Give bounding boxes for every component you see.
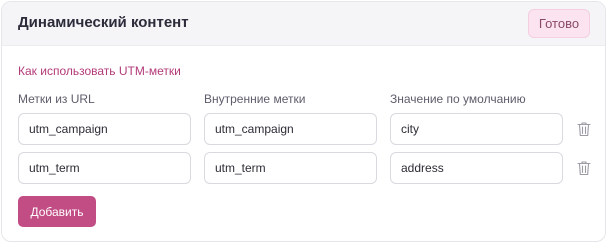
internal-tags-column-label: Внутренние метки bbox=[204, 92, 306, 106]
default-value-column-label: Значение по умолчанию bbox=[390, 92, 526, 106]
panel-header: Динамический контент Готово bbox=[2, 2, 605, 46]
internal-tag-input[interactable]: utm_term bbox=[204, 152, 377, 184]
url-tags-column-label: Метки из URL bbox=[18, 92, 95, 106]
url-tag-input[interactable]: utm_campaign bbox=[18, 113, 191, 145]
url-tag-input[interactable]: utm_term bbox=[18, 152, 191, 184]
default-value-input[interactable]: address bbox=[390, 152, 563, 184]
done-button[interactable]: Готово bbox=[528, 9, 590, 38]
internal-tag-input[interactable]: utm_campaign bbox=[204, 113, 377, 145]
dynamic-content-panel: Динамический контент Готово Как использо… bbox=[1, 1, 606, 242]
trash-icon[interactable] bbox=[577, 160, 591, 176]
default-value-input[interactable]: city bbox=[390, 113, 563, 145]
panel-title: Динамический контент bbox=[18, 14, 189, 31]
trash-icon[interactable] bbox=[577, 121, 591, 137]
add-button[interactable]: Добавить bbox=[18, 196, 96, 227]
utm-help-link[interactable]: Как использовать UTM-метки bbox=[18, 64, 181, 78]
